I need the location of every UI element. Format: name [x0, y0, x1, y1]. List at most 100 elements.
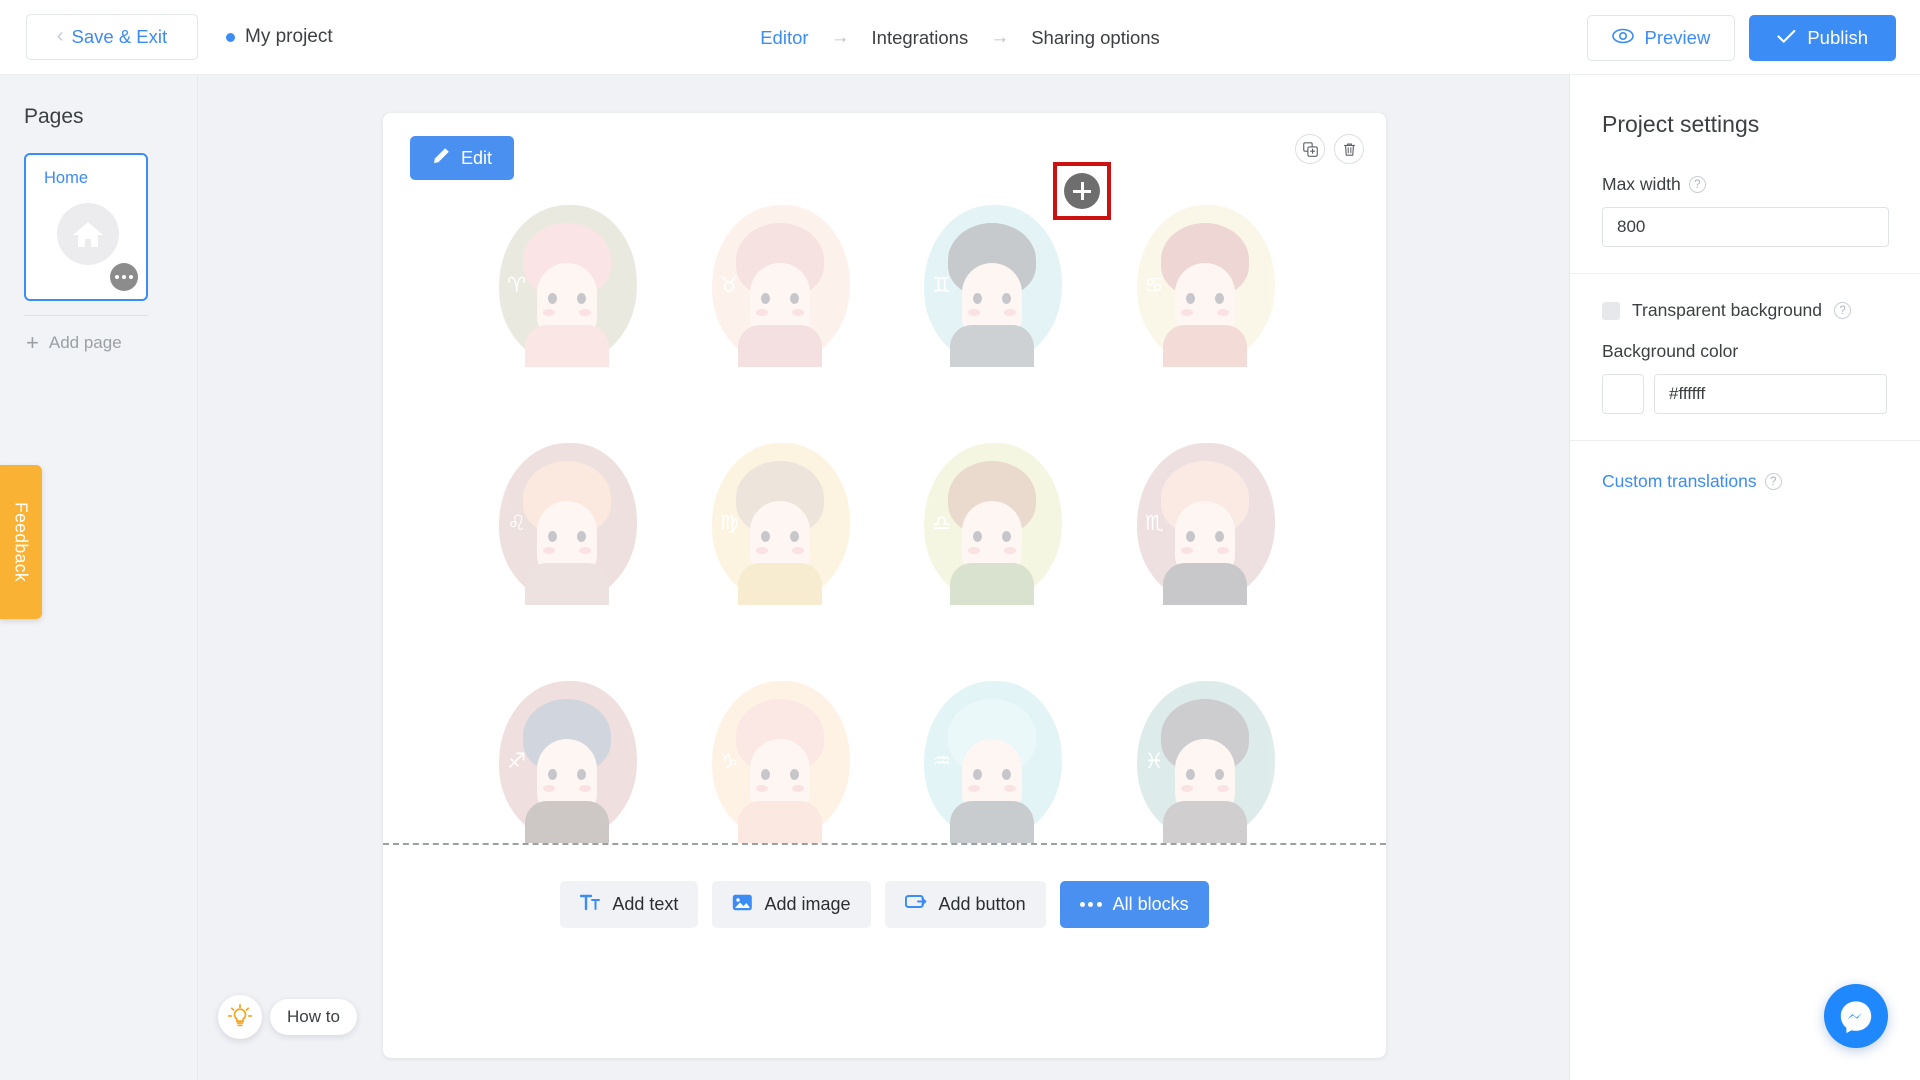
zodiac-figure-capricorn: ♑	[704, 673, 856, 853]
zodiac-cheek	[1216, 309, 1229, 316]
zodiac-figure-virgo: ♍	[704, 435, 856, 615]
zodiac-cell[interactable]: ♐	[461, 659, 674, 867]
home-icon	[57, 203, 119, 265]
zodiac-cheek	[755, 785, 768, 792]
zodiac-symbol: ♉	[719, 273, 739, 297]
zodiac-cell[interactable]: ♈	[461, 183, 674, 391]
transparent-background-label: Transparent background	[1632, 300, 1823, 320]
zodiac-cheek	[791, 785, 804, 792]
top-bar-actions: Preview Publish	[1586, 0, 1896, 75]
text-icon	[580, 893, 601, 916]
zodiac-figure-leo: ♌	[491, 435, 643, 615]
page-canvas[interactable]: Edit ♈ ♉ ♊ ♋ ♌ ♍ ♎ ♏ ♐ ♑ ♒ ♓ Add text Ad…	[383, 113, 1386, 1058]
messenger-chat-button[interactable]	[1824, 984, 1888, 1048]
breadcrumb-editor[interactable]: Editor	[760, 27, 808, 49]
feedback-label: Feedback	[11, 501, 32, 583]
help-icon[interactable]: ?	[1688, 176, 1706, 193]
zodiac-cell[interactable]: ♑	[674, 659, 887, 867]
breadcrumb-arrow-icon: →	[830, 26, 850, 48]
settings-divider	[1570, 440, 1920, 441]
background-color-swatch[interactable]	[1602, 374, 1644, 414]
zodiac-cheek	[755, 547, 768, 554]
max-width-label: Max width	[1602, 174, 1681, 194]
editor-work-area: Edit ♈ ♉ ♊ ♋ ♌ ♍ ♎ ♏ ♐ ♑ ♒ ♓ Add text Ad…	[198, 75, 1569, 1080]
zodiac-body	[525, 325, 610, 367]
zodiac-cheek	[1180, 309, 1193, 316]
page-card-home[interactable]: Home	[24, 153, 148, 301]
add-text-button[interactable]: Add text	[560, 881, 699, 928]
zodiac-cheek	[791, 547, 804, 554]
add-page-button[interactable]: + Add page	[26, 332, 197, 354]
all-blocks-label: All blocks	[1112, 894, 1189, 914]
chevron-left-icon: ‹	[56, 25, 64, 47]
project-status-dot	[226, 32, 235, 42]
sidebar-divider	[24, 315, 148, 316]
zodiac-eye	[1185, 769, 1195, 780]
zodiac-eye	[760, 531, 770, 542]
zodiac-symbol: ♌	[507, 511, 527, 535]
zodiac-cell[interactable]: ♓	[1099, 659, 1312, 867]
add-block-above-highlight	[1053, 162, 1111, 220]
pages-title: Pages	[24, 105, 84, 128]
zodiac-cheek	[755, 309, 768, 316]
zodiac-figure-cancer: ♋	[1129, 197, 1281, 377]
zodiac-symbol: ♑	[719, 749, 739, 773]
settings-divider	[1570, 273, 1920, 274]
zodiac-image-grid: ♈ ♉ ♊ ♋ ♌ ♍ ♎ ♏ ♐ ♑ ♒ ♓	[461, 183, 1311, 867]
zodiac-symbol: ♈	[507, 273, 527, 297]
zodiac-eye	[1214, 293, 1224, 304]
zodiac-cell[interactable]: ♏	[1099, 421, 1312, 629]
zodiac-cell[interactable]: ♒	[886, 659, 1099, 867]
all-blocks-button[interactable]: All blocks	[1059, 881, 1209, 928]
feedback-tab[interactable]: Feedback	[0, 465, 42, 619]
edit-block-button[interactable]: Edit	[410, 136, 515, 180]
zodiac-figure-libra: ♎	[916, 435, 1068, 615]
help-icon[interactable]: ?	[1764, 473, 1782, 490]
zodiac-cell[interactable]: ♉	[674, 183, 887, 391]
zodiac-symbol: ♏	[1144, 511, 1164, 535]
zodiac-cell[interactable]: ♋	[1099, 183, 1312, 391]
zodiac-eye	[1214, 531, 1224, 542]
zodiac-body	[1162, 325, 1247, 367]
add-button-label: Add button	[938, 894, 1026, 914]
zodiac-figure-pisces: ♓	[1129, 673, 1281, 853]
duplicate-block-button[interactable]	[1295, 134, 1325, 164]
page-card-label: Home	[44, 169, 89, 187]
zodiac-body	[950, 325, 1035, 367]
zodiac-cell[interactable]: ♌	[461, 421, 674, 629]
lightbulb-icon[interactable]	[218, 995, 262, 1039]
check-icon	[1777, 27, 1796, 49]
save-and-exit-button[interactable]: ‹ Save & Exit	[26, 14, 198, 60]
how-to-button[interactable]: How to	[270, 999, 357, 1035]
block-tools	[1295, 134, 1364, 164]
delete-block-button[interactable]	[1334, 134, 1364, 164]
breadcrumb-integrations[interactable]: Integrations	[872, 27, 969, 49]
add-image-button[interactable]: Add image	[712, 881, 871, 928]
add-block-above-button[interactable]	[1064, 173, 1100, 209]
max-width-input[interactable]	[1602, 207, 1889, 247]
zodiac-cell[interactable]: ♎	[886, 421, 1099, 629]
transparent-background-checkbox[interactable]	[1602, 301, 1620, 320]
add-text-label: Add text	[612, 894, 679, 914]
zodiac-symbol: ♋	[1144, 273, 1164, 297]
zodiac-eye	[789, 531, 799, 542]
zodiac-symbol: ♐	[507, 749, 527, 773]
zodiac-body	[737, 563, 822, 605]
help-icon[interactable]: ?	[1834, 302, 1852, 319]
custom-translations-link[interactable]: Custom translations ?	[1602, 471, 1920, 492]
messenger-icon	[1840, 1001, 1872, 1034]
zodiac-body	[525, 563, 610, 605]
project-title[interactable]: My project	[226, 26, 333, 48]
button-icon	[904, 893, 928, 916]
preview-button[interactable]: Preview	[1586, 14, 1736, 61]
breadcrumb-sharing-options[interactable]: Sharing options	[1031, 27, 1160, 49]
zodiac-eye	[760, 769, 770, 780]
how-to-widget: How to	[218, 995, 357, 1039]
background-color-input[interactable]	[1654, 374, 1887, 414]
zodiac-cell[interactable]: ♍	[674, 421, 887, 629]
add-button-button[interactable]: Add button	[884, 881, 1046, 928]
zodiac-figure-gemini: ♊	[916, 197, 1068, 377]
page-card-menu-button[interactable]	[110, 263, 138, 291]
zodiac-symbol: ♓	[1144, 749, 1164, 773]
publish-button[interactable]: Publish	[1749, 14, 1896, 61]
